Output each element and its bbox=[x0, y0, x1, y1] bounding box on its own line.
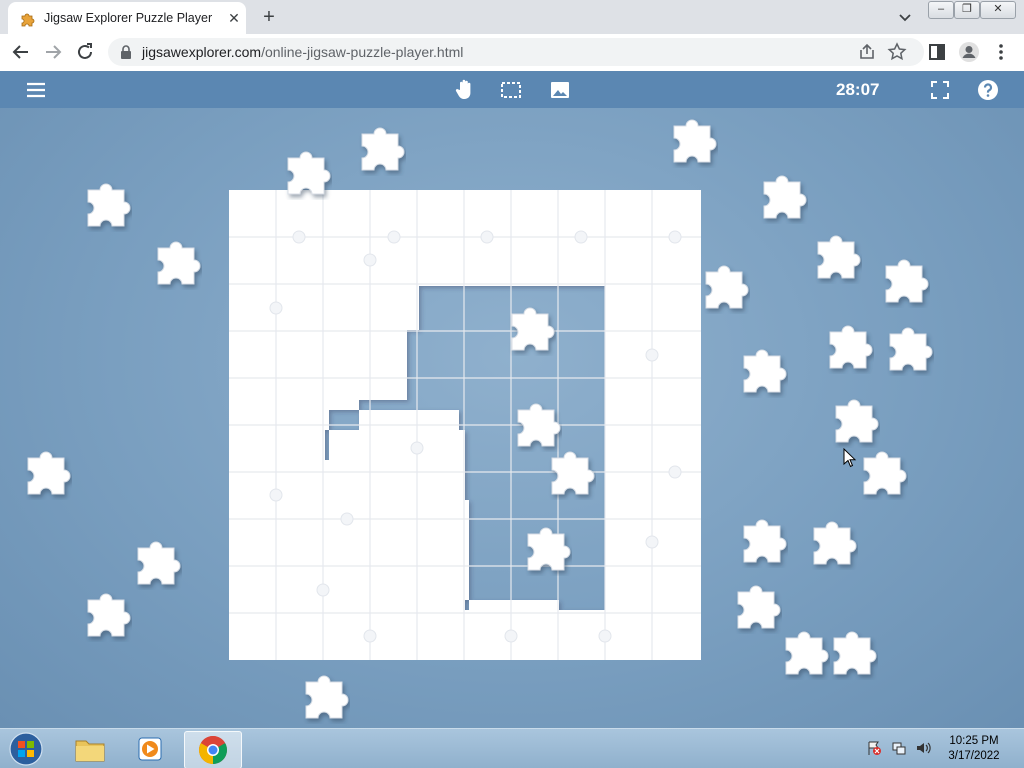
puzzle-piece[interactable] bbox=[544, 448, 596, 500]
help-icon[interactable] bbox=[977, 79, 999, 101]
puzzle-piece[interactable] bbox=[882, 324, 934, 376]
puzzle-piece[interactable] bbox=[698, 262, 750, 314]
puzzle-piece[interactable] bbox=[504, 304, 556, 356]
fullscreen-icon[interactable] bbox=[929, 79, 951, 101]
url-text: jigsawexplorer.com/online-jigsaw-puzzle-… bbox=[142, 44, 464, 60]
lock-icon[interactable] bbox=[120, 45, 132, 59]
share-icon[interactable] bbox=[856, 41, 878, 63]
mouse-cursor-icon bbox=[843, 448, 857, 468]
puzzle-piece[interactable] bbox=[806, 518, 858, 570]
puzzle-piece[interactable] bbox=[20, 448, 72, 500]
forward-icon[interactable] bbox=[42, 41, 64, 63]
reload-icon[interactable] bbox=[74, 41, 96, 63]
box-select-icon[interactable] bbox=[500, 79, 522, 101]
puzzle-piece[interactable] bbox=[80, 180, 132, 232]
puzzle-piece[interactable] bbox=[298, 672, 350, 724]
puzzle-piece[interactable] bbox=[736, 346, 788, 398]
browser-tab[interactable]: Jigsaw Explorer Puzzle Player ✕ bbox=[8, 2, 246, 34]
action-center-flag-icon[interactable] bbox=[866, 740, 882, 756]
puzzle-piece[interactable] bbox=[756, 172, 808, 224]
puzzle-piece[interactable] bbox=[130, 538, 182, 590]
profile-avatar-icon[interactable] bbox=[958, 41, 980, 63]
menu-icon[interactable] bbox=[25, 79, 47, 101]
puzzle-piece[interactable] bbox=[826, 628, 878, 680]
app-header: 28:07 bbox=[0, 71, 1024, 108]
puzzle-piece[interactable] bbox=[878, 256, 930, 308]
puzzle-piece[interactable] bbox=[354, 124, 406, 176]
network-icon[interactable] bbox=[891, 740, 907, 756]
clock-time: 10:25 PM bbox=[949, 735, 999, 747]
address-bar[interactable]: jigsawexplorer.com/online-jigsaw-puzzle-… bbox=[108, 38, 924, 66]
file-explorer-icon bbox=[75, 740, 105, 762]
hand-icon[interactable] bbox=[453, 77, 477, 101]
taskbar-chrome[interactable] bbox=[184, 731, 242, 768]
puzzle-piece[interactable] bbox=[510, 400, 562, 452]
media-player-icon bbox=[138, 737, 162, 761]
close-window-icon[interactable]: ✕ bbox=[980, 1, 1016, 19]
puzzle-timer: 28:07 bbox=[836, 80, 880, 99]
tab-close-icon[interactable]: ✕ bbox=[226, 10, 242, 26]
os-taskbar: 10:25 PM 3/17/2022 bbox=[0, 728, 1024, 768]
puzzle-piece[interactable] bbox=[810, 232, 862, 284]
browser-toolbar: jigsawexplorer.com/online-jigsaw-puzzle-… bbox=[0, 34, 1024, 72]
puzzle-workspace[interactable] bbox=[0, 108, 1024, 728]
assembled-puzzle[interactable] bbox=[229, 190, 701, 660]
puzzle-piece[interactable] bbox=[666, 116, 718, 168]
restore-icon[interactable]: ❐ bbox=[954, 1, 980, 19]
puzzle-piece[interactable] bbox=[822, 322, 874, 374]
taskbar-media-player[interactable] bbox=[122, 731, 178, 767]
minimize-icon[interactable]: – bbox=[928, 1, 954, 19]
puzzle-piece[interactable] bbox=[280, 148, 332, 200]
puzzle-piece[interactable] bbox=[778, 628, 830, 680]
tab-search-chevron-icon[interactable] bbox=[896, 8, 914, 26]
puzzle-favicon-icon bbox=[21, 13, 35, 27]
start-button-icon[interactable] bbox=[8, 732, 44, 766]
chrome-icon bbox=[199, 736, 227, 764]
puzzle-piece[interactable] bbox=[736, 516, 788, 568]
volume-icon[interactable] bbox=[915, 740, 931, 756]
new-tab-icon[interactable]: + bbox=[258, 6, 280, 28]
puzzle-piece[interactable] bbox=[828, 396, 880, 448]
browser-tab-strip: Jigsaw Explorer Puzzle Player ✕ + – ❐ ✕ bbox=[0, 0, 1024, 34]
taskbar-file-explorer[interactable] bbox=[62, 731, 118, 767]
side-panel-icon[interactable] bbox=[926, 41, 948, 63]
puzzle-piece[interactable] bbox=[520, 524, 572, 576]
system-clock[interactable]: 10:25 PM 3/17/2022 bbox=[936, 734, 1012, 764]
puzzle-piece[interactable] bbox=[730, 582, 782, 634]
image-preview-icon[interactable] bbox=[549, 79, 571, 101]
tab-title: Jigsaw Explorer Puzzle Player bbox=[44, 11, 213, 25]
puzzle-piece[interactable] bbox=[80, 590, 132, 642]
clock-date: 3/17/2022 bbox=[948, 750, 1000, 762]
bookmark-star-icon[interactable] bbox=[886, 41, 908, 63]
more-menu-icon[interactable] bbox=[990, 41, 1012, 63]
back-icon[interactable] bbox=[10, 41, 32, 63]
puzzle-piece[interactable] bbox=[856, 448, 908, 500]
puzzle-piece[interactable] bbox=[150, 238, 202, 290]
